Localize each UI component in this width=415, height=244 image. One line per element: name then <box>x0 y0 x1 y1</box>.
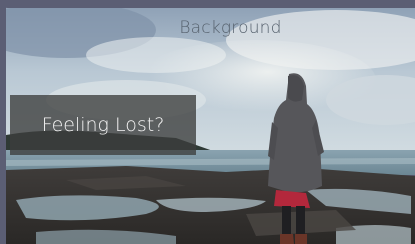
frame-top-edge <box>0 0 415 8</box>
hero-frame: Background Feeling Lost? <box>0 0 415 244</box>
caption-text: Feeling Lost? <box>41 114 165 136</box>
background-label: Background <box>179 18 282 38</box>
frame-left-edge <box>0 0 6 244</box>
caption-overlay: Feeling Lost? <box>10 95 196 155</box>
